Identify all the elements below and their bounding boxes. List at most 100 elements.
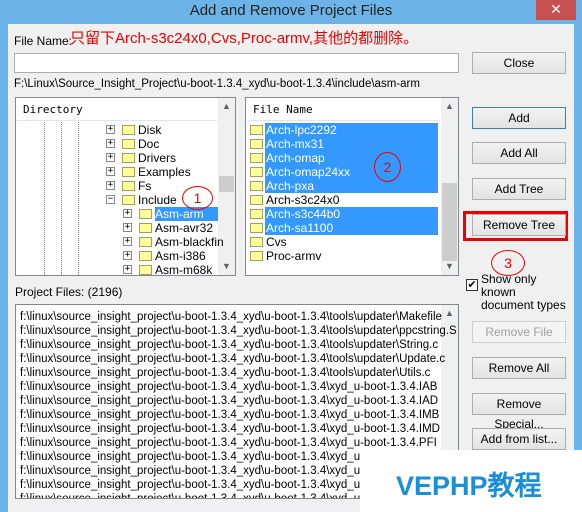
scroll-up-icon[interactable]: ▲ — [218, 98, 235, 115]
tree-item-label: Asm-avr32 — [155, 221, 214, 235]
tree-expander-icon[interactable]: + — [123, 251, 132, 260]
file-scrollbar[interactable]: ▲ ▼ — [441, 98, 458, 275]
file-item-label: Arch-s3c44b0 — [265, 207, 438, 221]
folder-icon — [122, 125, 135, 135]
project-file-row[interactable]: f:\linux\source_insight_project\u-boot-1… — [20, 324, 457, 338]
window-close-button[interactable]: ✕ — [536, 0, 576, 20]
tree-expander-icon[interactable]: + — [123, 237, 132, 246]
project-file-row[interactable]: f:\linux\source_insight_project\u-boot-1… — [20, 394, 438, 408]
project-file-row[interactable]: f:\linux\source_insight_project\u-boot-1… — [20, 464, 383, 478]
remove-tree-button[interactable]: Remove Tree — [472, 214, 566, 236]
folder-icon — [250, 153, 263, 163]
file-item-label: Arch-s3c24x0 — [266, 193, 340, 207]
tree-expander-icon[interactable]: + — [106, 181, 115, 190]
tree-item-label: Include — [138, 193, 177, 207]
tree-expander-icon[interactable]: + — [106, 125, 115, 134]
project-file-row[interactable]: f:\linux\source_insight_project\u-boot-1… — [20, 338, 438, 352]
folder-icon — [122, 153, 135, 163]
tree-item-label: Asm-arm — [155, 207, 218, 221]
scroll-up-icon[interactable]: ▲ — [441, 305, 458, 322]
tree-expander-icon[interactable]: + — [106, 167, 115, 176]
file-item[interactable]: Arch-pxa — [250, 179, 438, 193]
project-file-row[interactable]: f:\linux\source_insight_project\u-boot-1… — [20, 352, 445, 366]
project-file-row[interactable]: f:\linux\source_insight_project\u-boot-1… — [20, 408, 439, 422]
tree-item[interactable]: Asm-arm — [139, 207, 218, 221]
tree-expander-icon[interactable]: + — [106, 139, 115, 148]
file-item[interactable]: Arch-mx31 — [250, 137, 438, 151]
tree-expander-icon[interactable]: + — [123, 265, 132, 274]
tree-item[interactable]: Drivers — [122, 151, 176, 165]
tree-item[interactable]: Asm-i386 — [139, 249, 206, 263]
folder-icon — [139, 209, 152, 219]
remove-file-button[interactable]: Remove File — [472, 321, 566, 343]
file-item-label: Arch-omap — [265, 151, 438, 165]
tree-expander-icon[interactable]: + — [106, 153, 115, 162]
add-all-button[interactable]: Add All — [472, 142, 566, 164]
tree-item-label: Asm-m68k — [155, 263, 213, 277]
file-item[interactable]: Proc-armv — [250, 249, 438, 263]
tree-item-label: Doc — [138, 137, 160, 151]
folder-icon — [122, 167, 135, 177]
file-item[interactable]: Arch-omap24xx — [250, 165, 438, 179]
watermark: VEPHP教程 — [360, 450, 582, 512]
project-file-row[interactable]: f:\linux\source_insight_project\u-boot-1… — [20, 422, 440, 436]
file-item[interactable]: Arch-lpc2292 — [250, 123, 438, 137]
project-file-row[interactable]: f:\linux\source_insight_project\u-boot-1… — [20, 436, 437, 450]
folder-icon — [250, 167, 263, 177]
scroll-down-icon[interactable]: ▼ — [218, 258, 235, 275]
tree-expander-icon[interactable]: − — [106, 195, 115, 204]
project-file-row[interactable]: f:\linux\source_insight_project\u-boot-1… — [20, 478, 383, 492]
remove-special-button[interactable]: Remove Special... — [472, 393, 566, 431]
add-button[interactable]: Add — [472, 107, 566, 129]
tree-item[interactable]: Fs — [122, 179, 151, 193]
tree-item-label: Disk — [138, 123, 162, 137]
scroll-down-icon[interactable]: ▼ — [441, 258, 458, 275]
file-item-label: Proc-armv — [266, 249, 322, 263]
file-item-label: Arch-sa1100 — [265, 221, 438, 235]
tree-expander-icon[interactable]: + — [123, 223, 132, 232]
project-files-label: Project Files: (2196) — [15, 285, 123, 299]
folder-icon — [250, 139, 263, 149]
folder-icon — [122, 139, 135, 149]
file-item[interactable]: Cvs — [250, 235, 438, 249]
folder-icon — [250, 125, 263, 135]
tree-item[interactable]: Include — [122, 193, 177, 207]
tree-item-label: Drivers — [138, 151, 176, 165]
tree-item[interactable]: Asm-m68k — [139, 263, 212, 277]
project-file-row[interactable]: f:\linux\source_insight_project\u-boot-1… — [20, 492, 383, 498]
file-item-label: Cvs — [266, 235, 287, 249]
file-list[interactable]: File Name ▲ ▼ Arch-lpc2292 Arch-mx31 Arch-o… — [245, 97, 459, 276]
folder-icon — [250, 195, 263, 205]
folder-icon — [250, 223, 263, 233]
current-path: F:\Linux\Source_Insight_Project\u-boot-1… — [14, 78, 420, 90]
tree-item-label: Asm-i386 — [155, 249, 206, 263]
file-item[interactable]: Arch-omap — [250, 151, 438, 165]
file-item[interactable]: Arch-s3c24x0 — [250, 193, 438, 207]
remove-all-button[interactable]: Remove All — [472, 357, 566, 379]
tree-item[interactable]: Examples — [122, 165, 191, 179]
scroll-up-icon[interactable]: ▲ — [441, 98, 458, 115]
folder-icon — [250, 237, 263, 247]
add-tree-button[interactable]: Add Tree — [472, 178, 566, 200]
file-item-label: Arch-pxa — [265, 179, 438, 193]
add-from-list-button[interactable]: Add from list... — [472, 428, 566, 450]
tree-item[interactable]: Asm-blackfin — [139, 235, 224, 249]
tree-item[interactable]: Doc — [122, 137, 159, 151]
project-file-row[interactable]: f:\linux\source_insight_project\u-boot-1… — [20, 380, 437, 394]
close-button[interactable]: Close — [472, 52, 566, 74]
file-item[interactable]: Arch-s3c44b0 — [250, 207, 438, 221]
file-item[interactable]: Arch-sa1100 — [250, 221, 438, 235]
tree-expander-icon[interactable]: + — [123, 209, 132, 218]
annotation-circle-1: 1 — [182, 186, 213, 210]
folder-icon — [250, 251, 263, 261]
directory-header: Directory — [17, 99, 217, 121]
file-name-input[interactable] — [14, 53, 459, 73]
tree-item[interactable]: Asm-avr32 — [139, 221, 213, 235]
window-title: Add and Remove Project Files — [189, 2, 393, 19]
project-file-row[interactable]: f:\linux\source_insight_project\u-boot-1… — [20, 366, 430, 380]
project-file-row[interactable]: f:\linux\source_insight_project\u-boot-1… — [20, 310, 442, 324]
tree-item-label: Fs — [138, 179, 152, 193]
folder-icon — [250, 209, 263, 219]
show-known-checkbox[interactable]: ✔ — [466, 279, 478, 291]
tree-item[interactable]: Disk — [122, 123, 161, 137]
